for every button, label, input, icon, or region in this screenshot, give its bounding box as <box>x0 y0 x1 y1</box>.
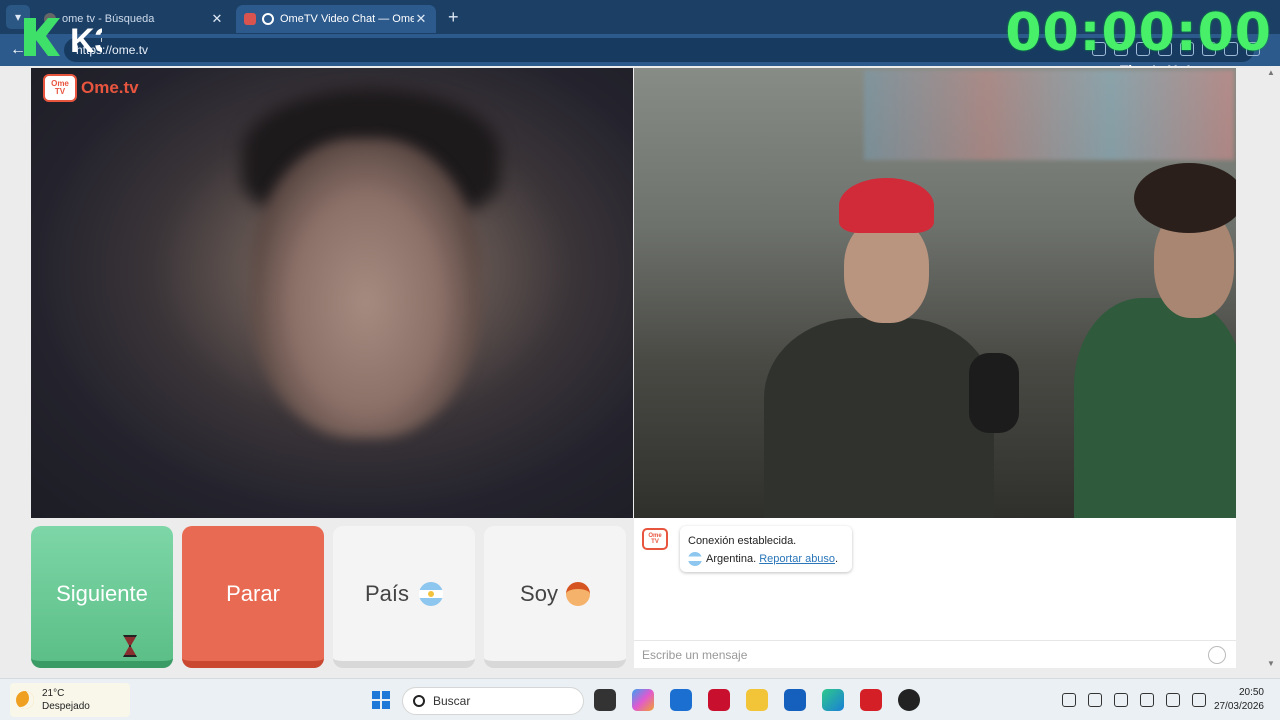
ometv-logo: Ome TV Ome.tv <box>43 74 139 102</box>
mcafee-icon[interactable] <box>708 689 730 711</box>
ometv-favicon-icon <box>244 13 256 25</box>
boy-emoji-icon <box>565 581 590 606</box>
app-icon[interactable] <box>898 689 920 711</box>
weather-desc: Despejado <box>42 701 90 712</box>
ometv-page: Ome TV Ome.tv Siguiente Parar País Soy O… <box>0 66 1280 678</box>
hourglass-icon <box>123 635 137 657</box>
connection-text: Conexión establecida. <box>688 535 797 547</box>
network-off-icon[interactable] <box>1088 693 1102 707</box>
close-tab-icon[interactable]: ✕ <box>414 11 428 27</box>
next-button[interactable]: Siguiente <box>31 526 173 668</box>
scroll-down-icon[interactable]: ▼ <box>1266 659 1276 668</box>
red-cap <box>839 178 934 233</box>
edge-icon[interactable] <box>822 689 844 711</box>
remote-video <box>634 68 1236 518</box>
tab-title: OmeTV Video Chat — Omegl <box>280 13 414 25</box>
outlook-icon[interactable] <box>784 689 806 711</box>
gender-button-label: Soy <box>520 580 558 606</box>
wifi-icon[interactable] <box>1140 693 1154 707</box>
taskbar-search[interactable]: Buscar <box>402 687 584 715</box>
weather-temp: 21°C <box>42 688 65 699</box>
system-message: Conexión establecida. Argentina. Reporta… <box>680 526 852 572</box>
taskbar-clock[interactable]: 20:50 27/03/2026 <box>1214 686 1264 714</box>
search-icon <box>413 695 425 707</box>
message-placeholder: Escribe un mensaje <box>642 647 748 662</box>
windows-start-icon[interactable] <box>372 691 390 709</box>
country-button[interactable]: País <box>333 526 475 668</box>
taskbar-apps <box>594 689 920 711</box>
search-label: Buscar <box>433 694 471 708</box>
task-view-icon[interactable] <box>594 689 616 711</box>
loading-icon <box>262 13 274 25</box>
moon-icon <box>16 691 34 709</box>
battery-icon[interactable] <box>1192 693 1206 707</box>
store-icon[interactable] <box>670 689 692 711</box>
argentina-flag-icon <box>419 581 444 606</box>
report-suffix: . <box>835 553 839 565</box>
copilot-icon[interactable] <box>632 689 654 711</box>
clock-date: 27/03/2026 <box>1213 701 1264 712</box>
tab-ometv[interactable]: OmeTV Video Chat — Omegl ✕ <box>236 5 436 33</box>
l-app-icon[interactable] <box>860 689 882 711</box>
scroll-up-icon[interactable]: ▲ <box>1266 68 1276 77</box>
microphone <box>969 353 1019 433</box>
chat-panel: Ome TV Conexión establecida. Argentina. … <box>634 518 1236 668</box>
ometv-chat-icon: Ome TV <box>642 528 668 550</box>
argentina-flag-icon <box>688 552 702 567</box>
person-face <box>844 218 929 323</box>
next-button-label: Siguiente <box>56 580 148 606</box>
country-line: Argentina. Reportar abuso. <box>688 550 844 568</box>
local-video: Ome TV Ome.tv <box>31 68 633 518</box>
blurred-face <box>251 138 481 438</box>
report-abuse-link[interactable]: Reportar abuso <box>759 553 835 565</box>
countdown-timer: 00:00:00 <box>1005 3 1272 63</box>
close-tab-icon[interactable]: ✕ <box>210 11 224 27</box>
stop-button[interactable]: Parar <box>182 526 324 668</box>
windows-taskbar: 21°C Despejado Buscar 20:50 27/03/2026 <box>0 678 1280 720</box>
page-scrollbar[interactable]: ▲ ▼ <box>1266 68 1276 668</box>
new-tab-button[interactable]: + <box>448 7 459 28</box>
channel-logo: K3 <box>24 18 102 60</box>
person-body <box>1074 298 1236 518</box>
weather-widget[interactable]: 21°C Despejado <box>10 683 130 717</box>
clock-time: 20:50 <box>1238 687 1264 698</box>
file-explorer-icon[interactable] <box>746 689 768 711</box>
country-name: Argentina. <box>706 553 757 565</box>
gender-button[interactable]: Soy <box>484 526 626 668</box>
message-input[interactable]: Escribe un mensaje <box>634 640 1236 668</box>
volume-icon[interactable] <box>1166 693 1180 707</box>
country-button-label: País <box>364 580 410 606</box>
svg-text:K3: K3 <box>70 22 102 60</box>
microphone-icon[interactable] <box>1114 693 1128 707</box>
stop-button-label: Parar <box>226 580 280 606</box>
emoji-icon[interactable] <box>1208 646 1226 664</box>
system-tray <box>1062 693 1206 707</box>
person-body <box>764 318 994 518</box>
person-hair <box>1134 163 1236 233</box>
graffiti-wall <box>864 70 1234 160</box>
ometv-logo-icon: Ome TV <box>43 74 77 102</box>
ometv-logo-text: Ome.tv <box>81 78 139 97</box>
chevron-up-icon[interactable] <box>1062 693 1076 707</box>
